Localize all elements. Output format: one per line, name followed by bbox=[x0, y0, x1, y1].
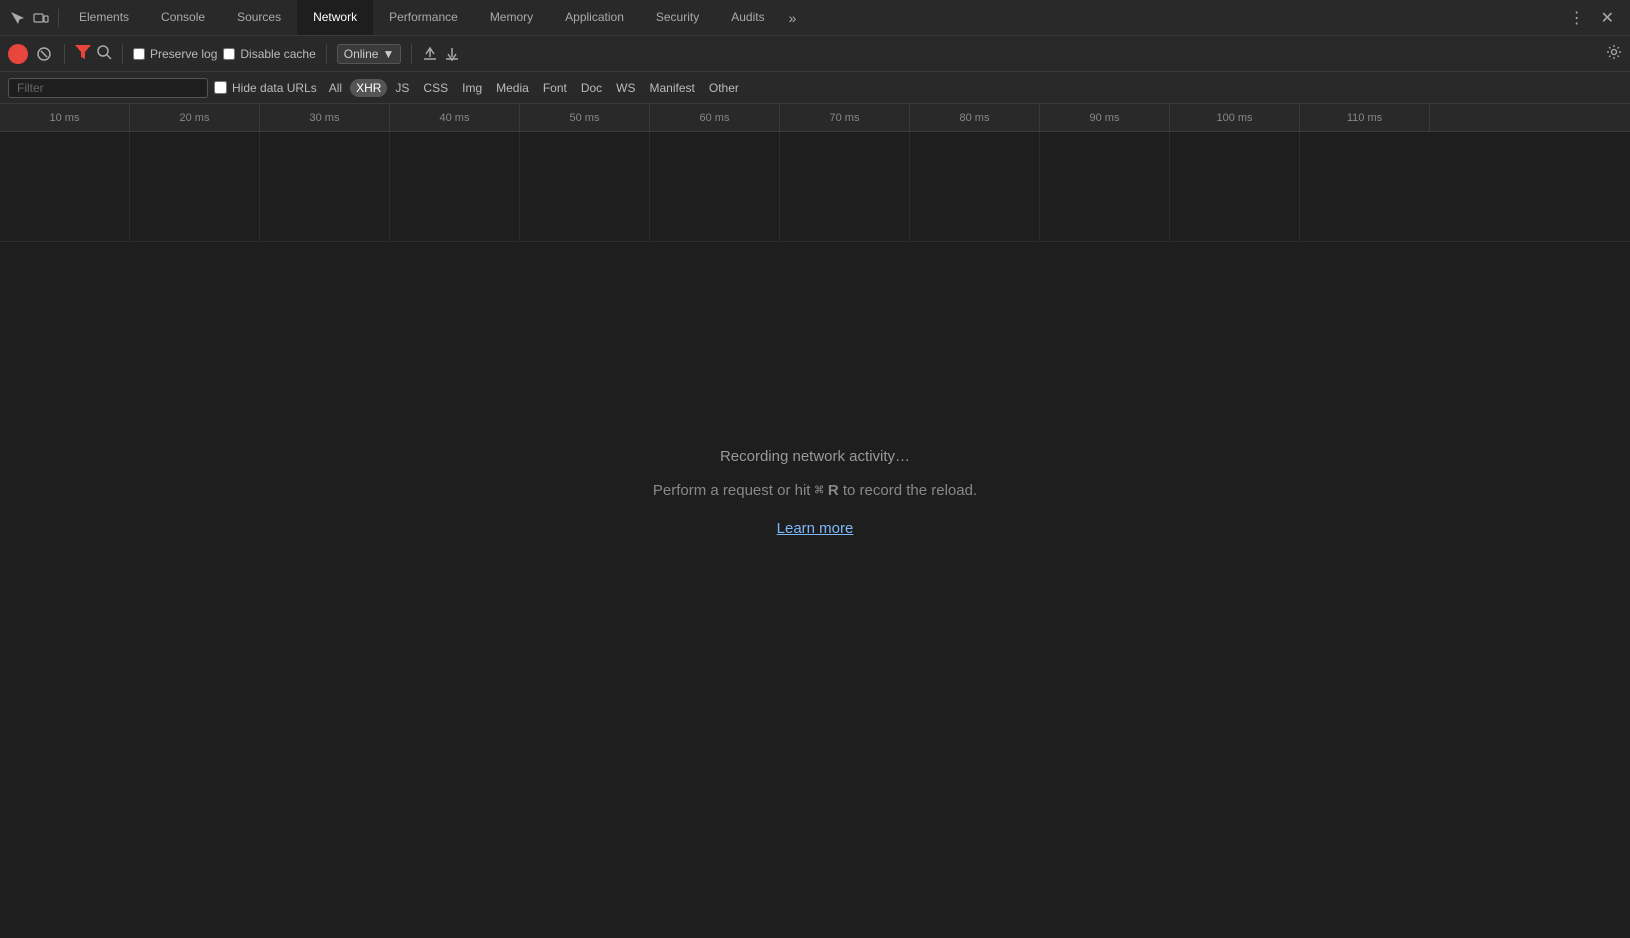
timeline-tick-3: 30 ms bbox=[260, 104, 390, 131]
tab-bar: Elements Console Sources Network Perform… bbox=[0, 0, 1630, 36]
timeline-tick-9: 90 ms bbox=[1040, 104, 1170, 131]
close-devtools-button[interactable]: ✕ bbox=[1597, 6, 1618, 30]
devtools-icons bbox=[4, 9, 59, 27]
filter-bar: Hide data URLs All XHR JS CSS Img Media … bbox=[0, 72, 1630, 104]
timeline-tick-11: 110 ms bbox=[1300, 104, 1430, 131]
filter-font-button[interactable]: Font bbox=[537, 79, 573, 97]
main-content-area: Recording network activity… Perform a re… bbox=[0, 242, 1630, 742]
import-har-button[interactable] bbox=[422, 46, 438, 62]
preserve-log-label[interactable]: Preserve log bbox=[133, 47, 217, 61]
filter-all-button[interactable]: All bbox=[323, 79, 348, 97]
tab-application[interactable]: Application bbox=[549, 0, 640, 35]
network-throttle-select[interactable]: Online ▼ bbox=[337, 44, 402, 64]
tab-overflow[interactable]: » bbox=[781, 10, 805, 26]
timeline-tick-7: 70 ms bbox=[780, 104, 910, 131]
more-options-button[interactable]: ⋮ bbox=[1565, 6, 1589, 30]
tab-audits[interactable]: Audits bbox=[715, 0, 780, 35]
timeline-tick-10: 100 ms bbox=[1170, 104, 1300, 131]
tab-elements[interactable]: Elements bbox=[63, 0, 145, 35]
tab-network[interactable]: Network bbox=[297, 0, 373, 35]
filter-other-button[interactable]: Other bbox=[703, 79, 745, 97]
toolbar-divider-1 bbox=[64, 44, 65, 64]
filter-ws-button[interactable]: WS bbox=[610, 79, 641, 97]
filter-media-button[interactable]: Media bbox=[490, 79, 535, 97]
cursor-icon[interactable] bbox=[8, 9, 26, 27]
export-har-button[interactable] bbox=[444, 46, 460, 62]
network-toolbar: Preserve log Disable cache Online ▼ bbox=[0, 36, 1630, 72]
tab-sources[interactable]: Sources bbox=[221, 0, 297, 35]
tab-security[interactable]: Security bbox=[640, 0, 715, 35]
toolbar-divider-4 bbox=[411, 44, 412, 64]
hide-data-urls-checkbox[interactable] bbox=[214, 81, 227, 94]
filter-manifest-button[interactable]: Manifest bbox=[644, 79, 701, 97]
timeline-tick-4: 40 ms bbox=[390, 104, 520, 131]
tab-console[interactable]: Console bbox=[145, 0, 221, 35]
tabs-container: Elements Console Sources Network Perform… bbox=[63, 0, 1557, 35]
timeline-tick-1: 10 ms bbox=[0, 104, 130, 131]
timeline-tick-5: 50 ms bbox=[520, 104, 650, 131]
toolbar-divider-2 bbox=[122, 44, 123, 64]
toolbar-divider-3 bbox=[326, 44, 327, 64]
disable-cache-label[interactable]: Disable cache bbox=[223, 47, 315, 61]
filter-css-button[interactable]: CSS bbox=[417, 79, 454, 97]
disable-cache-checkbox[interactable] bbox=[223, 48, 235, 60]
timeline-tick-6: 60 ms bbox=[650, 104, 780, 131]
filter-types: All XHR JS CSS Img Media Font Doc WS Man… bbox=[323, 79, 745, 97]
filter-xhr-button[interactable]: XHR bbox=[350, 79, 387, 97]
tab-bar-actions: ⋮ ✕ bbox=[1557, 6, 1626, 30]
hide-data-urls-label[interactable]: Hide data URLs bbox=[214, 81, 317, 95]
clear-button[interactable] bbox=[34, 44, 54, 64]
record-button[interactable] bbox=[8, 44, 28, 64]
timeline-header: 10 ms 20 ms 30 ms 40 ms 50 ms 60 ms 70 m… bbox=[0, 104, 1630, 132]
filter-doc-button[interactable]: Doc bbox=[575, 79, 608, 97]
preserve-log-checkbox[interactable] bbox=[133, 48, 145, 60]
filter-img-button[interactable]: Img bbox=[456, 79, 488, 97]
instruction-text: Perform a request or hit ⌘ R to record t… bbox=[653, 481, 977, 500]
learn-more-link[interactable]: Learn more bbox=[777, 520, 854, 537]
tab-memory[interactable]: Memory bbox=[474, 0, 549, 35]
timeline-tick-2: 20 ms bbox=[130, 104, 260, 131]
timeline-tick-8: 80 ms bbox=[910, 104, 1040, 131]
filter-button[interactable] bbox=[75, 45, 91, 62]
cmd-symbol: ⌘ bbox=[815, 483, 824, 500]
recording-text: Recording network activity… bbox=[720, 448, 910, 465]
filter-input[interactable] bbox=[8, 78, 208, 98]
devices-icon[interactable] bbox=[32, 9, 50, 27]
search-button[interactable] bbox=[97, 45, 112, 63]
tab-performance[interactable]: Performance bbox=[373, 0, 474, 35]
filter-js-button[interactable]: JS bbox=[389, 79, 415, 97]
settings-button[interactable] bbox=[1606, 44, 1622, 63]
r-key: R bbox=[828, 482, 839, 499]
timeline-rows-area bbox=[0, 132, 1630, 242]
